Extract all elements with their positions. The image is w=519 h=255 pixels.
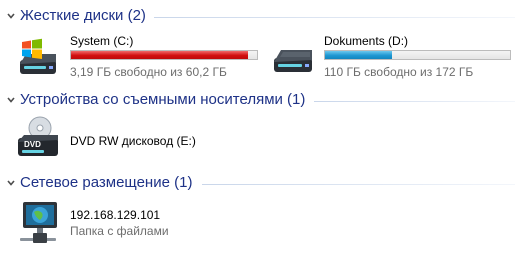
group-divider [154,17,515,18]
drive-name: System (C:) [70,34,134,48]
group-title-removable-devices: Устройства со съемными носителями (1) [20,91,306,108]
group-header-network-locations[interactable]: Сетевое размещение (1) [4,173,515,193]
group-divider [314,101,515,102]
drive-item-dokuments-d[interactable]: Dokuments (D:) 110 ГБ свободно из 172 ГБ [272,34,512,82]
drive-free-space: 3,19 ГБ свободно из 60,2 ГБ [70,65,227,79]
network-folder-icon [20,202,57,243]
chevron-collapse-icon[interactable] [6,95,16,105]
chevron-collapse-icon[interactable] [6,11,16,21]
disk-usage-bar [70,50,258,60]
disk-usage-bar [324,50,511,60]
group-divider [202,184,515,185]
dvd-label: DVD [24,140,41,149]
group-header-hard-disks[interactable]: Жесткие диски (2) [4,6,515,26]
drive-item-dvd-e[interactable]: DVD DVD RW дисковод (E:) [16,116,266,164]
group-title-network-locations: Сетевое размещение (1) [20,174,193,191]
group-header-removable-devices[interactable]: Устройства со съемными носителями (1) [4,90,515,110]
chevron-collapse-icon[interactable] [6,178,16,188]
disk-usage-fill [71,51,248,59]
network-location-type: Папка с файлами [70,224,169,238]
drive-name: DVD RW дисковод (E:) [70,134,196,148]
drive-item-system-c[interactable]: System (C:) 3,19 ГБ свободно из 60,2 ГБ [16,34,266,82]
network-item-192-168-129-101[interactable]: 192.168.129.101 Папка с файлами [16,200,266,250]
hard-drive-icon [274,50,312,72]
drive-name: Dokuments (D:) [324,34,409,48]
dvd-drive-icon: DVD [18,116,58,156]
network-location-name: 192.168.129.101 [70,208,161,222]
disk-usage-fill [325,51,392,59]
drive-free-space: 110 ГБ свободно из 172 ГБ [324,65,474,79]
group-title-hard-disks: Жесткие диски (2) [20,7,146,24]
windows-hard-drive-icon [20,38,56,74]
